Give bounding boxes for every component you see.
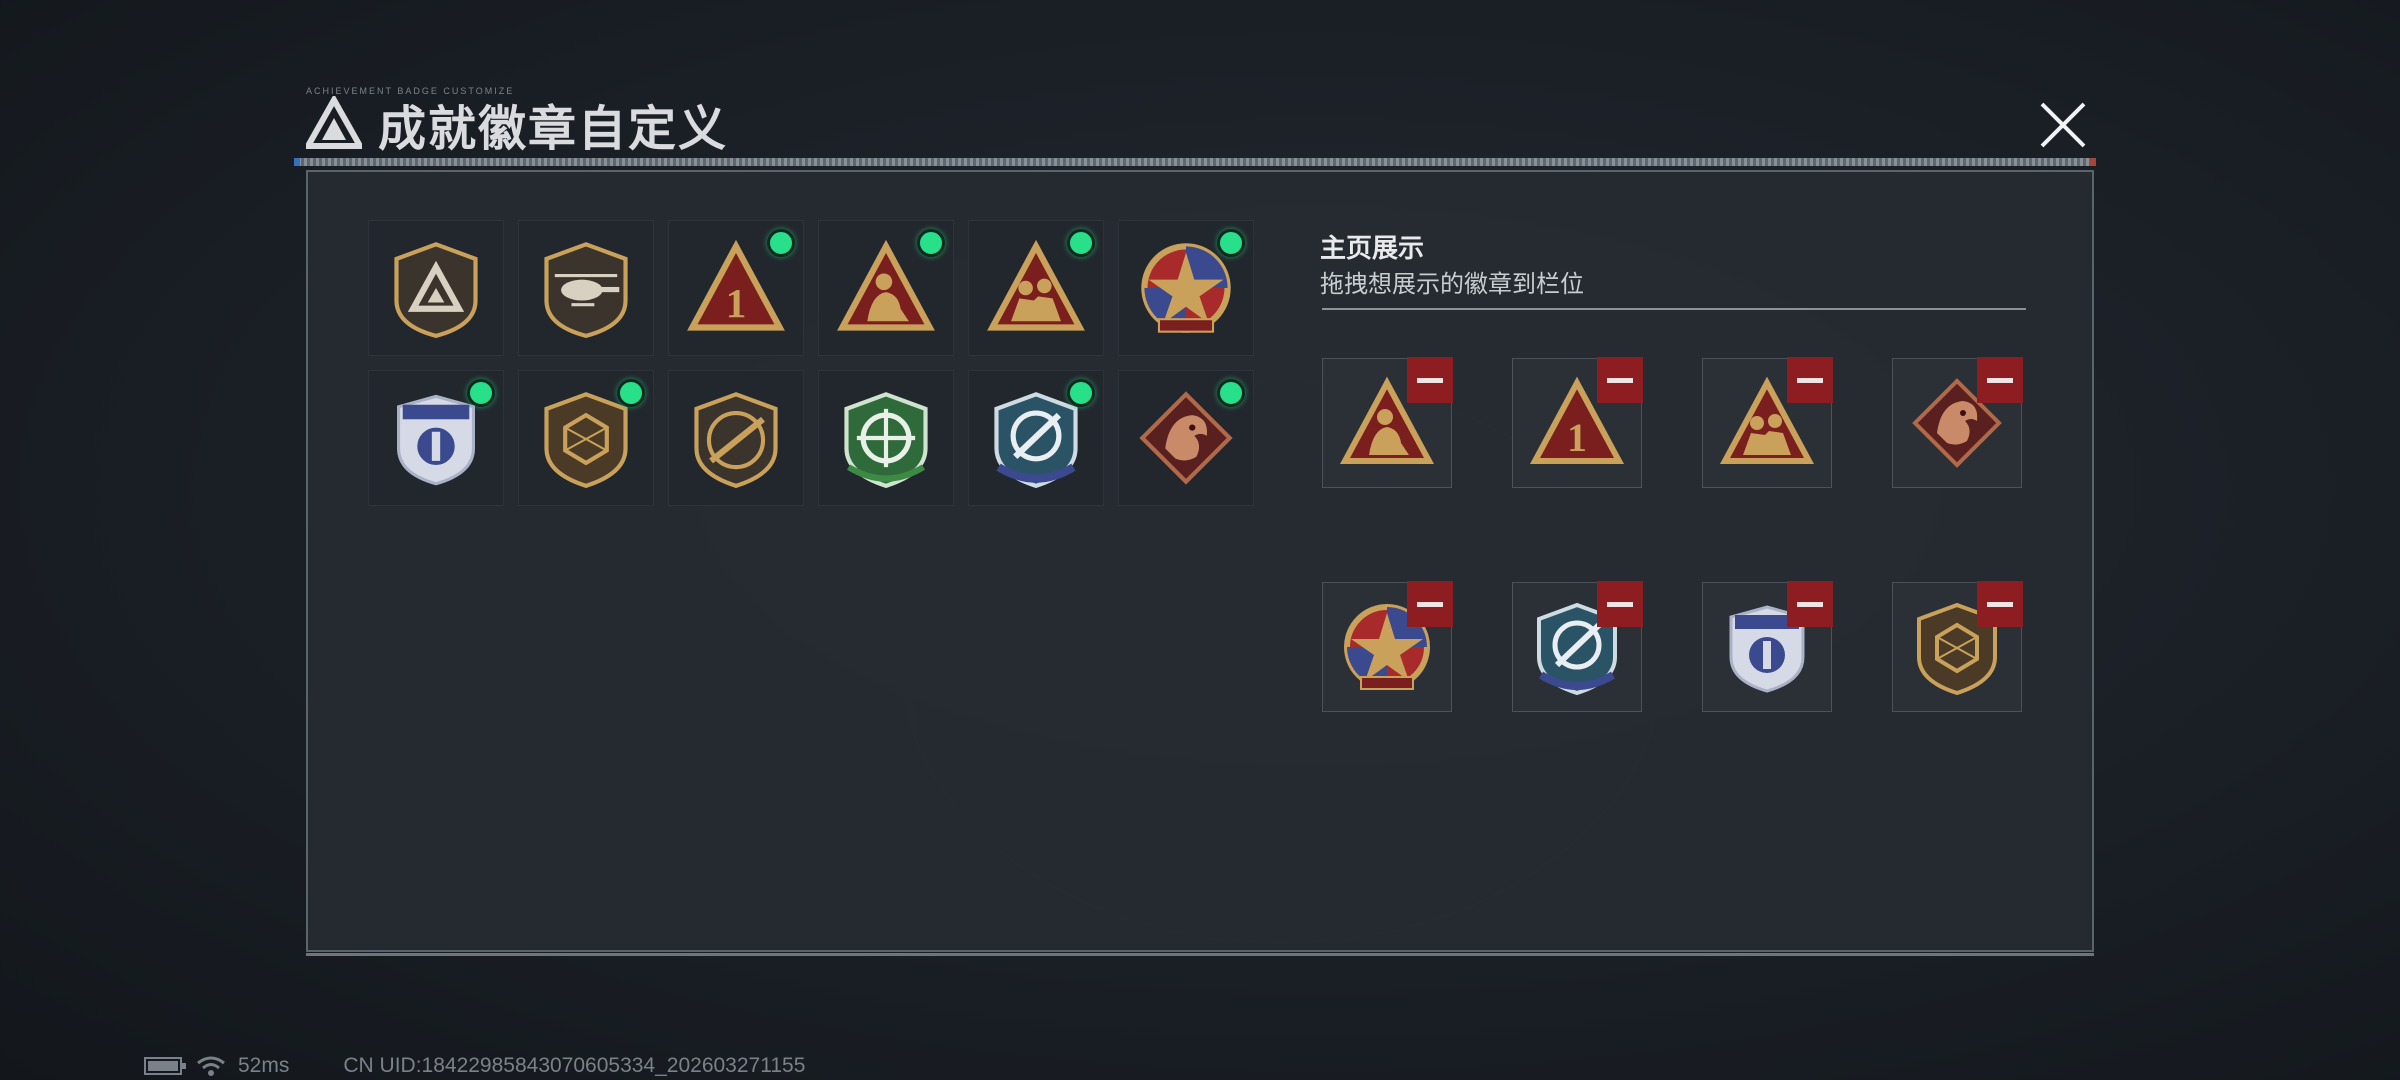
remove-badge-button[interactable] (1977, 581, 2023, 627)
triangle-logo-icon (306, 96, 362, 149)
showcase-divider (1322, 308, 2026, 310)
badge-cell[interactable] (518, 370, 654, 506)
rifle-badge-icon (694, 392, 778, 489)
badge-cell[interactable] (968, 370, 1104, 506)
remove-badge-button[interactable] (1977, 357, 2023, 403)
badge-cell[interactable] (368, 220, 504, 356)
battery-icon (144, 1057, 186, 1075)
ping-value: 52ms (238, 1054, 290, 1077)
close-icon[interactable] (2036, 98, 2090, 152)
badge-cell[interactable] (518, 220, 654, 356)
minus-icon (1797, 601, 1823, 607)
equipped-indicator-icon (467, 379, 495, 407)
green-crosshair-badge-icon (844, 392, 928, 489)
header-divider (294, 158, 2096, 166)
status-bar: 52ms CN UID:18422985843070605334_2026032… (144, 1054, 805, 1078)
minus-icon (1987, 377, 2013, 383)
showcase-slot[interactable] (1702, 357, 1833, 488)
minus-icon (1797, 377, 1823, 383)
badge-cell[interactable] (668, 370, 804, 506)
equipped-indicator-icon (1067, 379, 1095, 407)
remove-badge-button[interactable] (1597, 357, 1643, 403)
badge-panel: 1 主页展示 拖拽想展示的徽章到栏位 1 (306, 170, 2094, 956)
badge-cell[interactable] (368, 370, 504, 506)
minus-icon (1987, 601, 2013, 607)
showcase-slots: 1 (1322, 357, 2023, 712)
minus-icon (1417, 601, 1443, 607)
window-header: 成就徽章自定义 (306, 96, 728, 156)
svg-text:1: 1 (1567, 415, 1587, 460)
badge-cell[interactable] (1118, 220, 1254, 356)
showcase-subtitle: 拖拽想展示的徽章到栏位 (1320, 271, 1584, 298)
uid-text: CN UID:18422985843070605334_202603271155 (343, 1054, 806, 1077)
wifi-icon (197, 1056, 225, 1076)
showcase-slot[interactable] (1892, 581, 2023, 712)
showcase-slot[interactable] (1892, 357, 2023, 488)
page-title: 成就徽章自定义 (378, 103, 729, 156)
minus-icon (1417, 377, 1443, 383)
badge-cell[interactable]: 1 (668, 220, 804, 356)
badge-cell[interactable] (968, 220, 1104, 356)
badge-cell[interactable] (818, 220, 954, 356)
showcase-slot[interactable] (1322, 357, 1453, 488)
equipped-indicator-icon (917, 229, 945, 257)
equipped-indicator-icon (1217, 379, 1245, 407)
remove-badge-button[interactable] (1787, 357, 1833, 403)
triangle-logo-badge-icon (394, 242, 478, 338)
badge-cell[interactable] (1118, 370, 1254, 506)
helicopter-badge-icon (544, 242, 628, 338)
remove-badge-button[interactable] (1407, 581, 1453, 627)
minus-icon (1607, 601, 1633, 607)
showcase-slot[interactable]: 1 (1512, 357, 1643, 488)
equipped-indicator-icon (1217, 229, 1245, 257)
showcase-slot[interactable] (1322, 581, 1453, 712)
minus-icon (1607, 377, 1633, 383)
remove-badge-button[interactable] (1407, 357, 1453, 403)
equipped-indicator-icon (1067, 229, 1095, 257)
remove-badge-button[interactable] (1787, 581, 1833, 627)
svg-text:1: 1 (726, 280, 747, 326)
equipped-indicator-icon (617, 379, 645, 407)
showcase-slot[interactable] (1702, 581, 1833, 712)
badge-cell[interactable] (818, 370, 954, 506)
showcase-title: 主页展示 (1320, 233, 1425, 263)
badge-grid: 1 (368, 220, 1254, 506)
showcase-slot[interactable] (1512, 581, 1643, 712)
equipped-indicator-icon (767, 229, 795, 257)
remove-badge-button[interactable] (1597, 581, 1643, 627)
